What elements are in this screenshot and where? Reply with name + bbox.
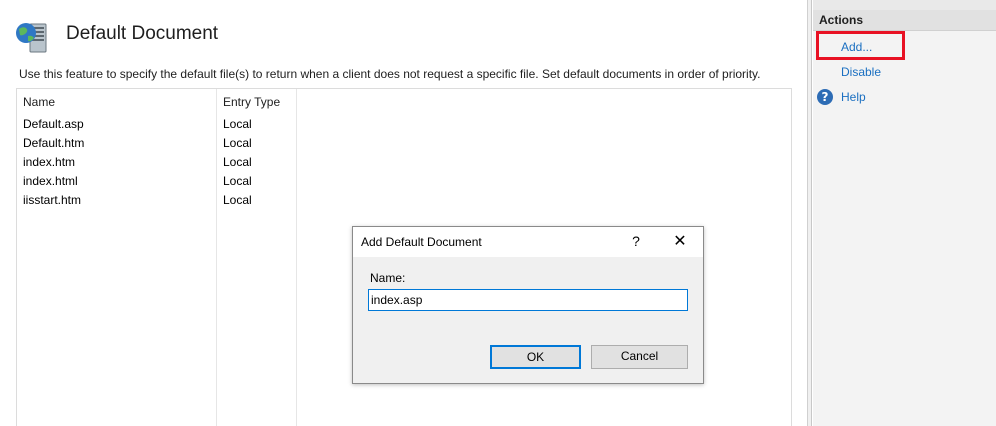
add-action-link[interactable]: Add... (841, 40, 872, 54)
row-name: Default.htm (23, 136, 85, 150)
column-header-entry-type[interactable]: Entry Type (223, 95, 280, 109)
feature-description: Use this feature to specify the default … (19, 67, 761, 81)
name-label: Name: (370, 271, 406, 285)
page-title: Default Document (66, 23, 219, 44)
ok-button[interactable]: OK (490, 345, 581, 369)
column-header-name[interactable]: Name (23, 95, 55, 109)
row-name: iisstart.htm (23, 193, 82, 207)
add-default-document-dialog: Add Default Document ? ✕ Name: OK Cancel (352, 226, 704, 384)
dialog-help-button[interactable]: ? (627, 232, 645, 250)
table-row[interactable]: index.htm Local (17, 153, 297, 172)
table-row[interactable]: index.html Local (17, 172, 297, 191)
row-name: index.html (23, 174, 78, 188)
table-row[interactable]: Default.htm Local (17, 134, 297, 153)
pane-splitter[interactable] (808, 0, 812, 426)
actions-title: Actions (819, 13, 864, 27)
default-document-icon (16, 23, 47, 53)
disable-action-link[interactable]: Disable (841, 65, 881, 79)
help-icon[interactable]: ? (817, 89, 833, 105)
row-name: Default.asp (23, 117, 84, 131)
row-entry-type: Local (223, 117, 252, 131)
close-icon[interactable]: ✕ (671, 232, 689, 250)
actions-pane: Actions Add... Disable ? Help (813, 0, 996, 426)
row-name: index.htm (23, 155, 76, 169)
cancel-button[interactable]: Cancel (591, 345, 688, 369)
help-action-link[interactable]: Help (841, 90, 866, 104)
table-row[interactable]: Default.asp Local (17, 115, 297, 134)
row-entry-type: Local (223, 193, 252, 207)
actions-header: Actions (813, 10, 996, 31)
name-input[interactable] (368, 289, 688, 311)
dialog-body: Name: OK Cancel (353, 257, 703, 383)
dialog-title: Add Default Document (361, 235, 482, 249)
table-row[interactable]: iisstart.htm Local (17, 191, 297, 210)
actions-top-strip (813, 0, 996, 10)
row-entry-type: Local (223, 174, 252, 188)
row-entry-type: Local (223, 155, 252, 169)
dialog-titlebar[interactable]: Add Default Document ? ✕ (353, 227, 703, 257)
row-entry-type: Local (223, 136, 252, 150)
